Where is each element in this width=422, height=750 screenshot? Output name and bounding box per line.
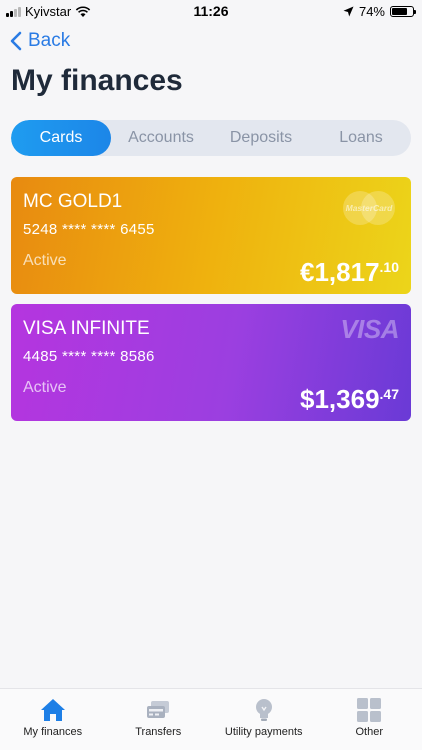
card-balance-cents: .47 [379, 386, 399, 402]
bottom-tab-bar: My finances Transfers Utility payments O… [0, 688, 422, 750]
card-number: 5248 **** **** 6455 [23, 221, 155, 238]
back-button[interactable]: Back [10, 30, 70, 52]
segmented-tabs: Cards Accounts Deposits Loans [11, 120, 411, 156]
back-label: Back [28, 30, 71, 51]
chevron-left-icon [10, 31, 22, 51]
lightbulb-icon [255, 699, 272, 721]
visa-logo: VISA [340, 314, 399, 344]
tabbar-label: My finances [23, 726, 83, 738]
tab-cards[interactable]: Cards [11, 120, 111, 156]
tabbar-label: Transfers [135, 726, 182, 738]
battery-level [392, 8, 407, 15]
transfers-icon [147, 701, 170, 718]
card-name: MC GOLD1 [23, 191, 123, 212]
tab-accounts[interactable]: Accounts [111, 120, 211, 156]
tabbar-item-transfers[interactable]: Transfers [106, 689, 212, 750]
mastercard-logo-text: MasterCard [346, 203, 394, 213]
card-balance: €1,817.10 [300, 257, 399, 288]
card-name: VISA INFINITE [23, 318, 150, 339]
card-balance-main: $1,369 [300, 384, 380, 414]
page-title: My finances [11, 64, 183, 97]
card-number: 4485 **** **** 8586 [23, 348, 155, 365]
tab-deposits[interactable]: Deposits [211, 120, 311, 156]
card-balance: $1,369.47 [300, 384, 399, 415]
mastercard-logo: MasterCard [343, 191, 395, 225]
tabbar-item-my-finances[interactable]: My finances [0, 689, 106, 750]
card-balance-main: €1,817 [300, 257, 380, 287]
card-visa-infinite[interactable]: VISA INFINITE 4485 **** **** 8586 Active… [11, 304, 411, 421]
tabbar-item-utility-payments[interactable]: Utility payments [211, 689, 317, 750]
card-status: Active [23, 379, 67, 396]
card-status: Active [23, 252, 67, 269]
status-right: 74% [343, 4, 416, 19]
card-balance-cents: .10 [379, 259, 399, 275]
tabbar-item-other[interactable]: Other [317, 689, 422, 750]
status-bar: Kyivstar 11:26 74% [0, 0, 422, 22]
card-mc-gold[interactable]: MC GOLD1 5248 **** **** 6455 Active Mast… [11, 177, 411, 294]
grid-icon [357, 698, 382, 722]
battery-icon [390, 6, 416, 17]
location-arrow-icon [343, 6, 354, 17]
tab-loans[interactable]: Loans [311, 120, 411, 156]
tabbar-label: Other [355, 726, 383, 738]
battery-percent: 74% [358, 4, 385, 19]
home-icon [40, 699, 65, 721]
tabbar-label: Utility payments [224, 726, 303, 738]
